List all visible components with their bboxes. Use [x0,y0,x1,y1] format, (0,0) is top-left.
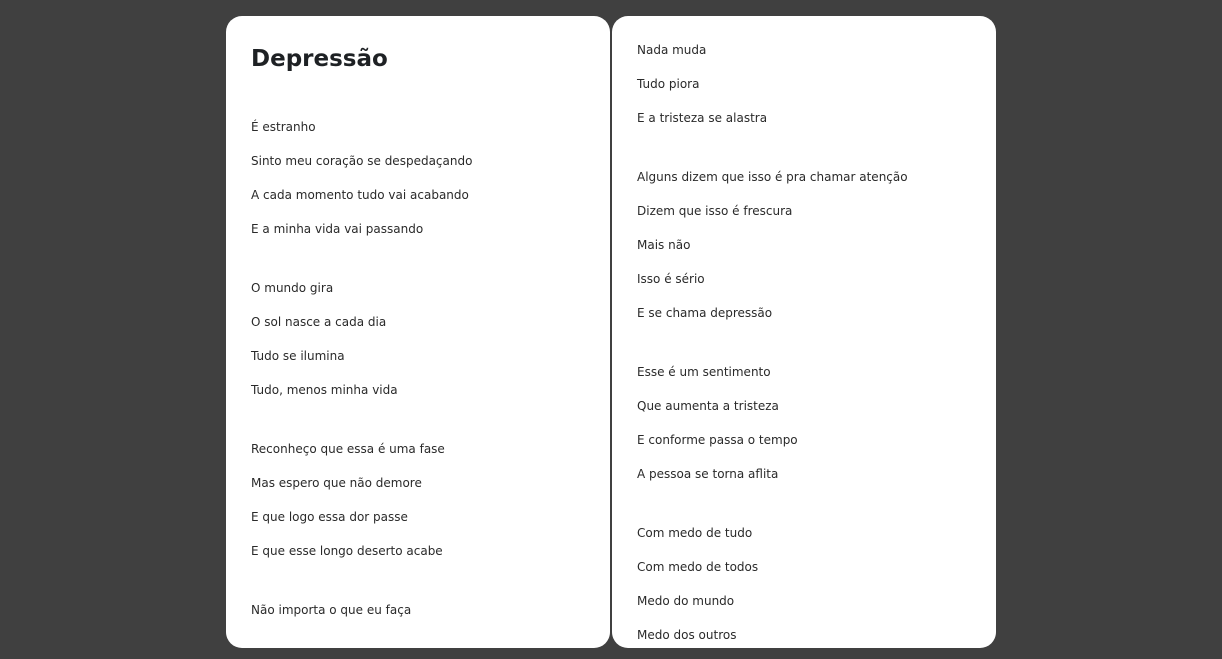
verse-line: Esse é um sentimento [637,365,771,379]
verse-line: A cada momento tudo vai acabando [251,188,469,202]
verse-line: Sinto meu coração se despedaçando [251,154,473,168]
verse-line: O mundo gira [251,281,334,295]
verse-line: Que aumenta a tristeza [637,399,779,413]
stanza-break [637,144,908,169]
verse-line: Alguns dizem que isso é pra chamar atenç… [637,170,908,184]
verse-line: Com medo de tudo [637,526,753,540]
verse-line: A pessoa se torna aflita [637,467,779,481]
verse-line: Reconheço que essa é uma fase [251,442,445,456]
verse-line: O sol nasce a cada dia [251,315,387,329]
left-page: Depressão É estranho Sinto meu coração se… [226,16,610,648]
stanza-break [637,339,908,364]
verse-line: É estranho [251,120,316,134]
verse-line: Nada muda [637,43,707,57]
verse-line: Não importa o que eu faça [251,603,412,617]
verse-line: Medo dos outros [637,628,737,642]
verse-line: E que esse longo deserto acabe [251,544,443,558]
verse-line: Tudo, menos minha vida [251,383,398,397]
verse-line: Mas espero que não demore [251,476,422,490]
stanza-break [251,416,472,441]
left-page-verses: É estranho Sinto meu coração se despedaça… [251,119,472,636]
verse-line: E a tristeza se alastra [637,111,768,125]
verse-line: Com medo de todos [637,560,759,574]
verse-line: E conforme passa o tempo [637,433,798,447]
verse-line: Tudo piora [637,77,700,91]
stanza-break [637,500,908,525]
book-spread: Depressão É estranho Sinto meu coração se… [226,16,996,648]
right-page: Nada muda Tudo piora E a tristeza se alast… [612,16,996,648]
verse-line: Medo do mundo [637,594,735,608]
right-page-verses: Nada muda Tudo piora E a tristeza se alast… [637,42,908,648]
stanza-break [251,255,472,280]
stanza-break [251,577,472,602]
verse-line: Dizem que isso é frescura [637,204,793,218]
verse-line: Isso é sério [637,272,705,286]
poem-title: Depressão [251,46,388,72]
verse-line: E que logo essa dor passe [251,510,408,524]
verse-line: E a minha vida vai passando [251,222,424,236]
verse-line: Tudo se ilumina [251,349,345,363]
verse-line: E se chama depressão [637,306,773,320]
verse-line: Mais não [637,238,691,252]
